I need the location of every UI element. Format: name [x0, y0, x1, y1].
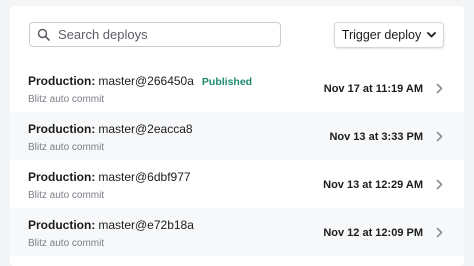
chevron-right-icon [434, 226, 444, 238]
chevron-down-icon [427, 32, 437, 38]
commit-message: Blitz auto commit [28, 238, 105, 249]
deploy-date: Nov 13 at 3:33 PM [329, 131, 423, 143]
deploy-row[interactable]: Production: master@6dbf977 Blitz auto co… [10, 160, 464, 208]
commit-message: Blitz auto commit [28, 94, 105, 105]
search-icon [36, 28, 50, 42]
deploy-list: Production: master@266450a Published Bli… [10, 64, 464, 256]
deploy-ref: master@e72b18a [98, 218, 194, 232]
deploy-title: Production: master@6dbf977 [28, 170, 191, 184]
deploy-title: Production: master@e72b18a [28, 218, 194, 232]
deploy-ref: master@266450a [98, 74, 194, 88]
deploy-context: Production: [28, 74, 96, 88]
commit-message: Blitz auto commit [28, 190, 105, 201]
commit-message: Blitz auto commit [28, 142, 105, 153]
deploy-context: Production: [28, 218, 96, 232]
deploy-title: Production: master@2eacca8 [28, 122, 193, 136]
chevron-right-icon [434, 178, 444, 190]
deploy-ref: master@2eacca8 [98, 122, 193, 136]
deploys-toolbar: Trigger deploy [10, 6, 464, 64]
deploy-row[interactable]: Production: master@2eacca8 Blitz auto co… [10, 112, 464, 160]
deploy-date: Nov 17 at 11:19 AM [323, 83, 423, 95]
deploy-title: Production: master@266450a Published [28, 74, 252, 88]
chevron-right-icon [434, 130, 444, 142]
search-box[interactable] [29, 22, 281, 47]
deploy-date: Nov 13 at 12:29 AM [323, 179, 423, 191]
trigger-deploy-label: Trigger deploy [341, 28, 422, 42]
deploy-context: Production: [28, 122, 96, 136]
deploy-context: Production: [28, 170, 96, 184]
deploys-panel: Trigger deploy Production: master@266450… [10, 6, 464, 266]
deploy-row[interactable]: Production: master@e72b18a Blitz auto co… [10, 208, 464, 256]
trigger-deploy-button[interactable]: Trigger deploy [334, 22, 444, 48]
published-badge: Published [201, 76, 253, 88]
chevron-right-icon [434, 82, 444, 94]
search-input[interactable] [58, 27, 268, 42]
deploy-ref: master@6dbf977 [98, 170, 191, 184]
deploy-row[interactable]: Production: master@266450a Published Bli… [10, 64, 464, 112]
deploy-date: Nov 12 at 12:09 PM [323, 227, 423, 239]
